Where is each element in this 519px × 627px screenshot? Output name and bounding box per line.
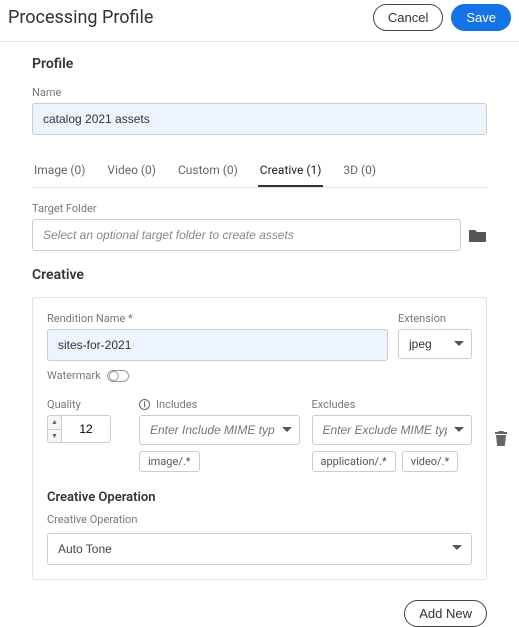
creative-section-title: Creative: [32, 267, 487, 283]
cancel-button[interactable]: Cancel: [373, 4, 443, 31]
quality-input[interactable]: [61, 415, 111, 443]
creative-operation-label: Creative Operation: [47, 513, 472, 526]
quality-stepper[interactable]: ▲ ▼: [47, 415, 61, 443]
extension-select[interactable]: [398, 329, 472, 359]
extension-label: Extension: [398, 312, 472, 325]
includes-select[interactable]: [139, 415, 300, 445]
exclude-chip[interactable]: video/.*: [402, 451, 459, 472]
watermark-label: Watermark: [47, 369, 101, 382]
target-folder-label: Target Folder: [32, 202, 487, 215]
header-actions: Cancel Save: [373, 4, 511, 31]
quality-label: Quality: [47, 398, 81, 411]
save-button[interactable]: Save: [451, 4, 511, 31]
tab-custom[interactable]: Custom (0): [176, 157, 240, 187]
rendition-name-input[interactable]: [47, 329, 388, 361]
creative-operation-title: Creative Operation: [47, 490, 472, 505]
exclude-chip[interactable]: application/.*: [312, 451, 396, 472]
stepper-up[interactable]: ▲: [48, 416, 61, 430]
profile-section-title: Profile: [32, 56, 487, 72]
watermark-toggle[interactable]: [107, 370, 129, 382]
tab-video[interactable]: Video (0): [105, 157, 158, 187]
page-title: Processing Profile: [8, 7, 153, 28]
tab-image[interactable]: Image (0): [32, 157, 87, 187]
stepper-down[interactable]: ▼: [48, 430, 61, 443]
info-icon[interactable]: i: [139, 399, 150, 410]
excludes-label: Excludes: [312, 398, 473, 411]
creative-card: Rendition Name * Extension Watermark: [32, 297, 487, 580]
add-new-button[interactable]: Add New: [404, 600, 487, 627]
trash-icon[interactable]: [494, 430, 508, 446]
creative-operation-select[interactable]: [47, 533, 472, 565]
tabs: Image (0) Video (0) Custom (0) Creative …: [32, 157, 487, 188]
tab-3d[interactable]: 3D (0): [341, 157, 378, 187]
rendition-name-label: Rendition Name *: [47, 312, 388, 325]
name-label: Name: [32, 86, 487, 99]
excludes-select[interactable]: [312, 415, 473, 445]
tab-creative[interactable]: Creative (1): [258, 157, 324, 187]
includes-label: Includes: [156, 398, 197, 411]
include-chip[interactable]: image/.*: [139, 451, 200, 472]
name-input[interactable]: [32, 103, 487, 135]
folder-icon[interactable]: [469, 228, 487, 242]
target-folder-input[interactable]: [32, 219, 461, 251]
